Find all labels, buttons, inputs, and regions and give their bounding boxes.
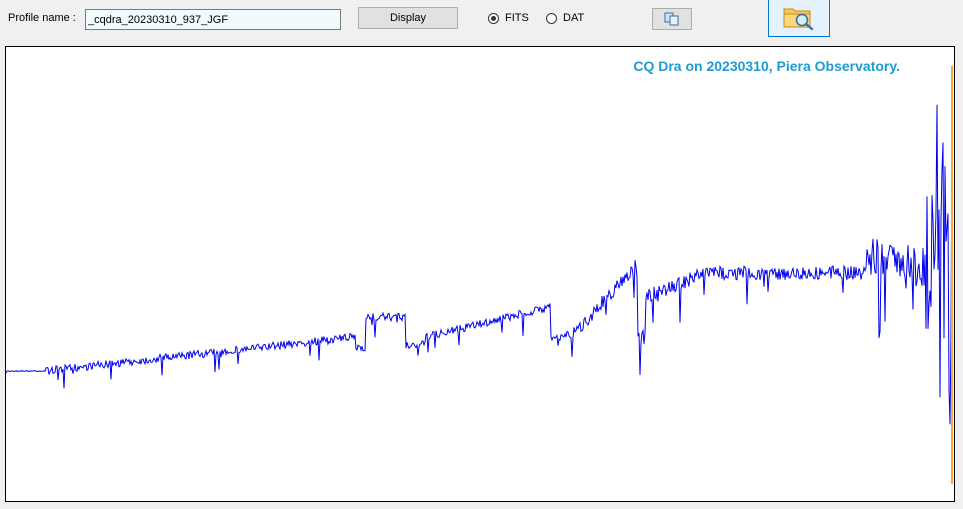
radio-fits-circle[interactable] — [488, 12, 499, 24]
spectrum-line — [6, 104, 953, 425]
display-button[interactable]: Display — [358, 7, 458, 29]
radio-dat[interactable]: DAT — [546, 12, 584, 24]
radio-dat-label: DAT — [563, 12, 585, 24]
display-button-label: Display — [389, 12, 427, 24]
plot-right-edge-strip — [951, 66, 953, 484]
profile-name-input[interactable] — [85, 9, 341, 30]
copy-button[interactable] — [652, 8, 692, 30]
open-folder-button[interactable] — [768, 0, 830, 37]
plot-title: CQ Dra on 20230310, Piera Observatory. — [633, 58, 900, 74]
folder-search-icon — [783, 8, 814, 31]
radio-fits[interactable]: FITS — [488, 12, 529, 24]
radio-dat-circle[interactable] — [546, 12, 557, 24]
spectrum-plot-area[interactable] — [5, 46, 955, 502]
profile-name-label: Profile name : — [8, 12, 76, 24]
copy-icon — [664, 12, 679, 26]
radio-fits-label: FITS — [505, 12, 529, 24]
spectrum-plot — [6, 104, 953, 425]
